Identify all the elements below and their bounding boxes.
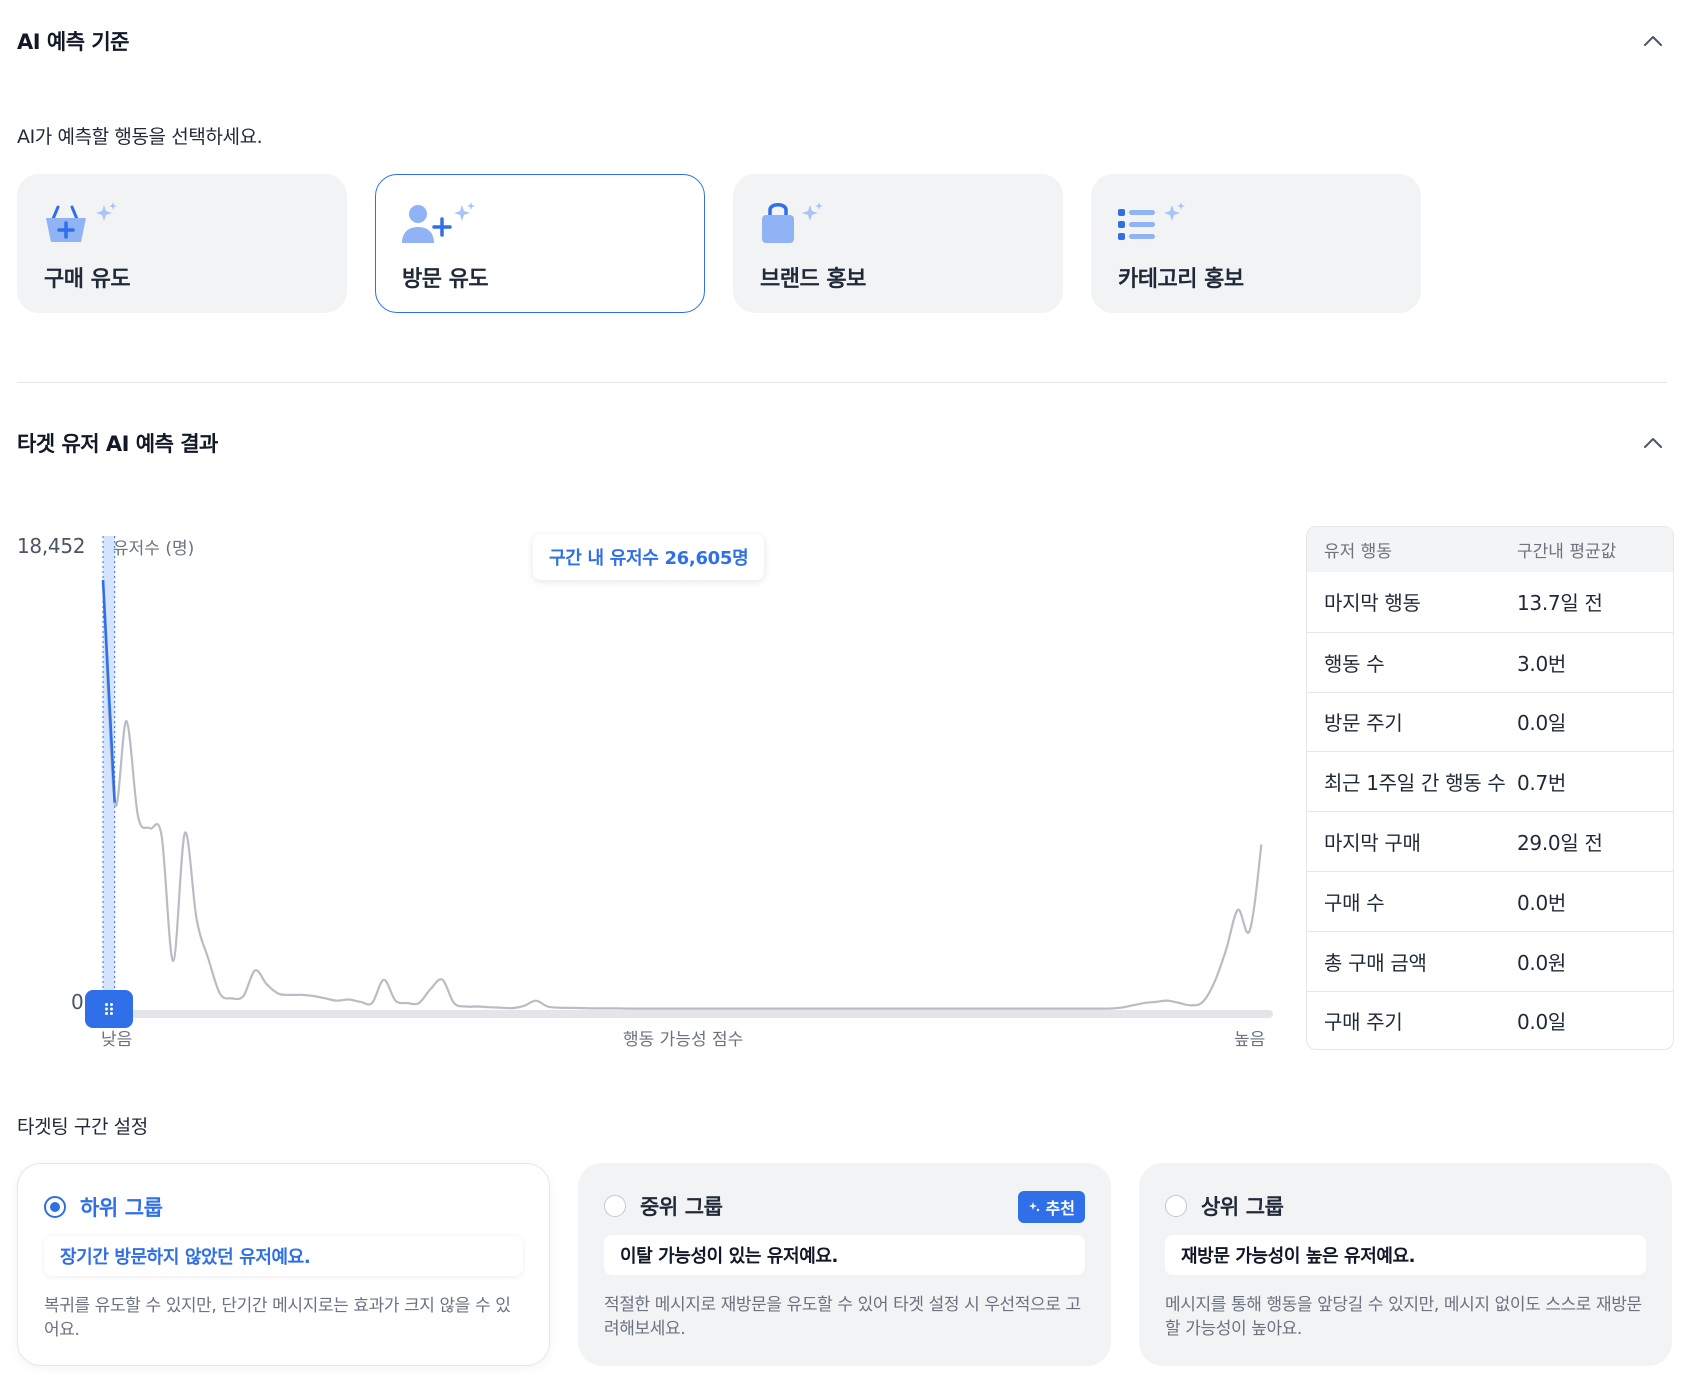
distribution-line xyxy=(101,579,1263,1010)
goal-option-label: 브랜드 홍보 xyxy=(760,267,866,292)
goal-option-purchase[interactable]: 구매 유도 xyxy=(17,174,347,313)
stats-row-value: 13.7일 전 xyxy=(1517,591,1603,616)
behavior-stats-table: 유저 행동 구간내 평균값 마지막 행동 13.7일 전 행동 수 3.0번 방문 … xyxy=(1306,526,1674,1050)
goal-option-visit[interactable]: 방문 유도 xyxy=(375,174,705,313)
drag-handle-icon xyxy=(105,1003,113,1015)
section-divider xyxy=(17,382,1667,383)
stats-row-label: 방문 주기 xyxy=(1324,711,1403,736)
group-radio[interactable] xyxy=(1165,1195,1187,1217)
group-summary: 장기간 방문하지 않았던 유저예요. xyxy=(44,1236,523,1276)
group-title: 상위 그룹 xyxy=(1201,1195,1284,1219)
table-row: 총 구매 금액 0.0원 xyxy=(1307,930,1673,991)
stats-row-value: 0.0번 xyxy=(1517,890,1567,915)
prediction-title: 타겟 유저 AI 예측 결과 xyxy=(17,432,218,456)
table-row: 마지막 행동 13.7일 전 xyxy=(1307,572,1673,632)
table-row: 행동 수 3.0번 xyxy=(1307,631,1673,692)
shopping-bag-icon xyxy=(762,202,823,243)
group-title: 중위 그룹 xyxy=(640,1195,723,1219)
group-summary: 이탈 가능성이 있는 유저예요. xyxy=(604,1235,1085,1275)
stats-row-label: 구매 주기 xyxy=(1324,1010,1403,1035)
prediction-header: 타겟 유저 AI 예측 결과 xyxy=(17,428,1667,458)
targeting-title: 타겟팅 구간 설정 xyxy=(17,1116,148,1138)
goal-option-label: 방문 유도 xyxy=(402,267,489,292)
group-radio[interactable] xyxy=(44,1196,66,1218)
list-icon xyxy=(1118,202,1185,240)
table-row: 최근 1주일 간 행동 수 0.7번 xyxy=(1307,751,1673,811)
ai-criteria-prompt: AI가 예측할 행동을 선택하세요. xyxy=(17,126,263,148)
range-slider-handle[interactable] xyxy=(85,990,133,1028)
stats-row-label: 마지막 구매 xyxy=(1324,831,1421,856)
collapse-ai-criteria-button[interactable] xyxy=(1639,27,1667,55)
group-card-high[interactable]: 상위 그룹 재방문 가능성이 높은 유저예요. 메시지를 통해 행동을 앞당길 … xyxy=(1139,1163,1672,1366)
y-axis-max-label: 18,452 xyxy=(17,534,86,558)
sparkle-icon xyxy=(1028,1202,1039,1212)
stats-row-label: 최근 1주일 간 행동 수 xyxy=(1324,771,1506,796)
basket-plus-icon xyxy=(46,202,117,242)
y-axis-min-label: 0 xyxy=(71,990,84,1014)
targeting-group-list: 하위 그룹 장기간 방문하지 않았던 유저예요. 복귀를 유도할 수 있지만, … xyxy=(17,1163,1672,1366)
stats-row-value: 0.7번 xyxy=(1517,771,1567,796)
group-summary: 재방문 가능성이 높은 유저예요. xyxy=(1165,1235,1646,1275)
stats-row-value: 0.0원 xyxy=(1517,950,1567,975)
collapse-prediction-button[interactable] xyxy=(1639,429,1667,457)
slider-track xyxy=(103,1010,1273,1018)
goal-option-brand[interactable]: 브랜드 홍보 xyxy=(733,174,1063,313)
group-radio[interactable] xyxy=(604,1195,626,1217)
stats-row-value: 0.0일 xyxy=(1517,711,1567,736)
table-row: 방문 주기 0.0일 xyxy=(1307,691,1673,752)
ai-criteria-title: AI 예측 기준 xyxy=(17,30,129,54)
stats-row-value: 0.0일 xyxy=(1517,1010,1567,1035)
distribution-chart: 18,452 유저수 (명) 구간 내 유저수 26,605명 0 낮음 행동 … xyxy=(0,520,1290,1060)
table-row: 마지막 구매 29.0일 전 xyxy=(1307,811,1673,871)
group-card-low[interactable]: 하위 그룹 장기간 방문하지 않았던 유저예요. 복귀를 유도할 수 있지만, … xyxy=(17,1163,550,1366)
stats-table-header: 유저 행동 구간내 평균값 xyxy=(1307,527,1673,572)
x-axis-label: 행동 가능성 점수 xyxy=(623,1030,744,1050)
stats-row-value: 29.0일 전 xyxy=(1517,831,1603,856)
group-card-mid[interactable]: 중위 그룹 추천 이탈 가능성이 있는 유저예요. 적절한 메시지로 재방문을 … xyxy=(578,1163,1111,1366)
stats-row-label: 행동 수 xyxy=(1324,651,1385,676)
ai-criteria-header: AI 예측 기준 xyxy=(17,26,1667,56)
table-row: 구매 수 0.0번 xyxy=(1307,870,1673,931)
distribution-chart-svg xyxy=(101,536,1273,1018)
stats-row-label: 구매 수 xyxy=(1324,890,1385,915)
goal-option-list: 구매 유도 방문 유도 브랜드 홍보 카테고리 홍보 xyxy=(17,174,1421,313)
user-plus-icon xyxy=(402,202,475,243)
goal-option-label: 카테고리 홍보 xyxy=(1118,267,1244,292)
recommend-badge-label: 추천 xyxy=(1045,1199,1075,1218)
range-user-count-pill: 구간 내 유저수 26,605명 xyxy=(533,534,765,580)
x-axis-low-label: 낮음 xyxy=(101,1030,133,1050)
group-description: 적절한 메시지로 재방문을 유도할 수 있어 타겟 설정 시 우선적으로 고려해… xyxy=(604,1295,1081,1339)
chevron-up-icon xyxy=(1644,36,1662,46)
stats-header-behavior: 유저 행동 xyxy=(1324,542,1392,562)
recommend-badge: 추천 xyxy=(1017,1191,1085,1223)
stats-row-label: 마지막 행동 xyxy=(1324,591,1421,616)
x-axis-high-label: 높음 xyxy=(1234,1030,1266,1050)
stats-row-value: 3.0번 xyxy=(1517,651,1567,676)
stats-row-label: 총 구매 금액 xyxy=(1324,950,1427,975)
goal-option-category[interactable]: 카테고리 홍보 xyxy=(1091,174,1421,313)
group-description: 메시지를 통해 행동을 앞당길 수 있지만, 메시지 없이도 스스로 재방문할 … xyxy=(1165,1295,1642,1339)
chevron-up-icon xyxy=(1644,438,1662,448)
goal-option-label: 구매 유도 xyxy=(44,267,131,292)
table-row: 구매 주기 0.0일 xyxy=(1307,990,1673,1049)
stats-header-average: 구간내 평균값 xyxy=(1517,542,1617,562)
group-description: 복귀를 유도할 수 있지만, 단기간 메시지로는 효과가 크지 않을 수 있어요… xyxy=(44,1296,511,1340)
stats-table-body: 마지막 행동 13.7일 전 행동 수 3.0번 방문 주기 0.0일 최근 1주일 … xyxy=(1307,572,1673,1049)
y-axis-label: 유저수 (명) xyxy=(113,539,195,559)
group-title: 하위 그룹 xyxy=(80,1196,163,1220)
